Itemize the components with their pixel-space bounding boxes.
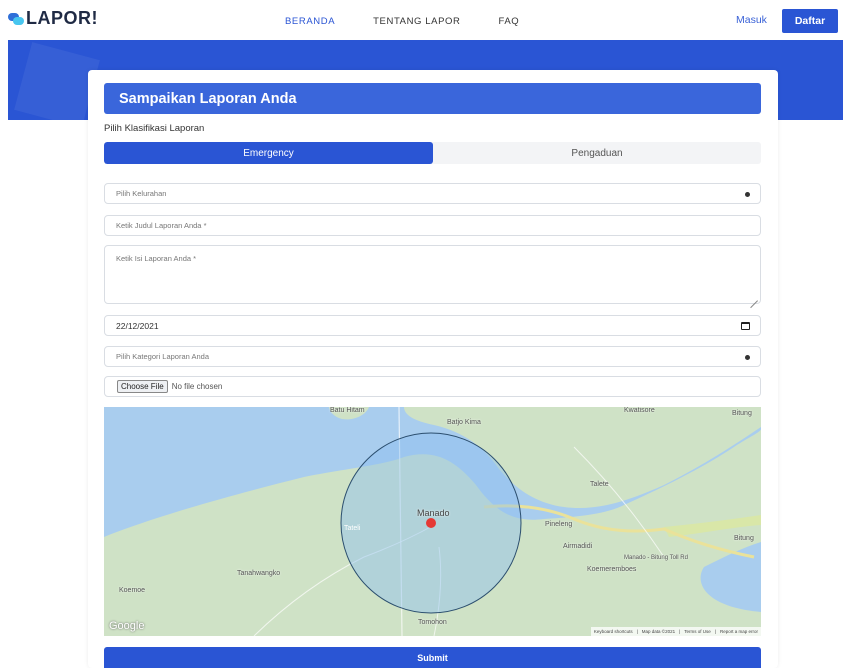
navbar: LAPOR! BERANDA TENTANG LAPOR FAQ Masuk D… — [0, 0, 843, 40]
report-map-error-link[interactable]: Report a map error — [720, 629, 758, 634]
logo-chat-icon — [8, 12, 24, 26]
terms-link[interactable]: Terms of Use — [684, 629, 711, 634]
map-label: Tanahwangko — [237, 570, 281, 577]
hero-decoration — [14, 42, 100, 120]
classification-label: Pilih Klasifikasi Laporan — [104, 123, 205, 134]
google-logo[interactable]: Google — [109, 620, 144, 632]
kelurahan-placeholder: Pilih Kelurahan — [116, 189, 167, 198]
map-canvas[interactable] — [104, 407, 761, 636]
file-status-text: No file chosen — [171, 382, 223, 391]
map-label: Koemeremboes — [587, 566, 637, 573]
map-label: Koemoe — [119, 587, 146, 594]
date-value: 22/12/2021 — [116, 320, 159, 331]
calendar-icon[interactable] — [741, 321, 750, 330]
report-form-card: Sampaikan Laporan Anda Pilih Klasifikasi… — [88, 70, 778, 668]
report-title-placeholder: Ketik Judul Laporan Anda * — [116, 221, 207, 230]
report-body-placeholder: Ketik Isi Laporan Anda * — [116, 254, 197, 263]
map-data-text: Map data ©2021 — [641, 629, 676, 634]
map-label: Tateli — [344, 525, 361, 532]
category-select[interactable]: Pilih Kategori Laporan Anda — [104, 346, 761, 367]
map-label-city: Manado — [417, 508, 450, 518]
map-label: Bitung — [732, 410, 752, 417]
kelurahan-select[interactable]: Pilih Kelurahan — [104, 183, 761, 204]
report-body-textarea[interactable]: Ketik Isi Laporan Anda * — [104, 245, 761, 304]
nav-link-faq[interactable]: FAQ — [498, 16, 519, 27]
map-label: Kwatisore — [624, 407, 655, 414]
register-button[interactable]: Daftar — [782, 9, 838, 33]
map-label: Bitung — [734, 535, 754, 542]
nav-link-tentang-lapor[interactable]: TENTANG LAPOR — [373, 16, 460, 27]
submit-button[interactable]: Submit — [104, 647, 761, 668]
location-marker-icon[interactable] — [426, 518, 436, 528]
map-label: Tomohon — [418, 619, 447, 626]
nav-links: BERANDA TENTANG LAPOR FAQ — [285, 16, 557, 27]
tab-pengaduan[interactable]: Pengaduan — [433, 142, 761, 164]
location-map[interactable]: Batu Hitam Kwatisore Bitung Batjo Kima T… — [104, 407, 761, 636]
classification-tabs: Emergency Pengaduan — [104, 142, 761, 164]
login-link[interactable]: Masuk — [736, 14, 767, 26]
map-label: Talete — [590, 481, 609, 488]
map-label: Batjo Kima — [447, 419, 481, 426]
select-arrow-icon — [745, 354, 750, 360]
date-input[interactable]: 22/12/2021 — [104, 315, 761, 336]
keyboard-shortcuts-link[interactable]: Keyboard shortcuts — [594, 629, 633, 634]
file-upload-input[interactable]: Choose File No file chosen — [104, 376, 761, 397]
tab-emergency[interactable]: Emergency — [104, 142, 433, 164]
logo-text: LAPOR! — [26, 8, 98, 28]
choose-file-button[interactable]: Choose File — [117, 380, 168, 393]
resize-handle-icon[interactable] — [750, 293, 758, 301]
map-label: Airmadidi — [563, 543, 593, 550]
nav-link-beranda[interactable]: BERANDA — [285, 16, 335, 27]
map-label-road: Manado - Bitung Toll Rd — [624, 555, 688, 561]
category-placeholder: Pilih Kategori Laporan Anda — [116, 352, 209, 361]
map-label: Pineleng — [545, 521, 573, 528]
map-label: Batu Hitam — [330, 407, 365, 414]
select-arrow-icon — [745, 191, 750, 197]
logo[interactable]: LAPOR! — [8, 8, 98, 29]
form-title: Sampaikan Laporan Anda — [104, 83, 761, 114]
map-attribution: Keyboard shortcuts | Map data ©2021 | Te… — [590, 627, 761, 636]
report-title-input[interactable]: Ketik Judul Laporan Anda * — [104, 215, 761, 236]
